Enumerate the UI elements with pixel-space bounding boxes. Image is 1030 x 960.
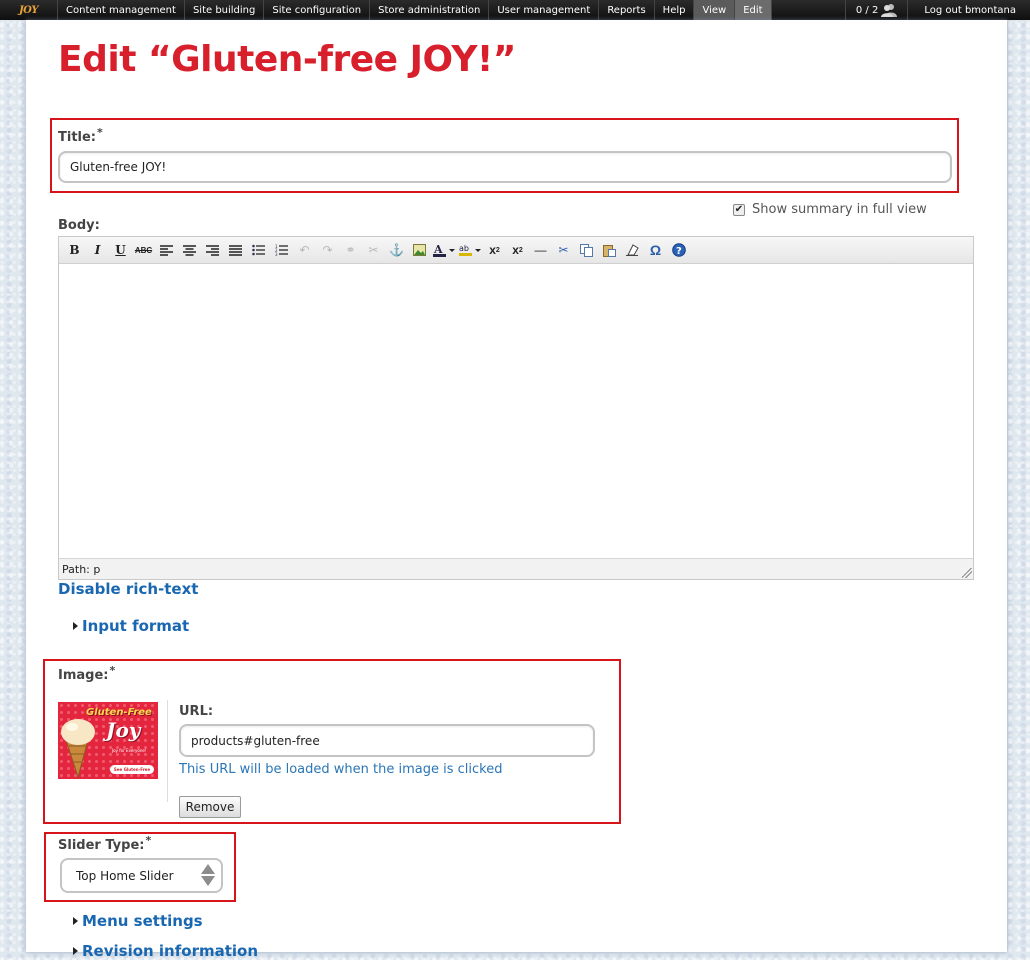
- tab-edit[interactable]: Edit: [735, 0, 772, 20]
- menu-settings-fieldset[interactable]: Menu settings: [73, 912, 203, 930]
- bold-icon[interactable]: B: [63, 240, 86, 260]
- image-divider: [167, 700, 168, 802]
- cut-icon[interactable]: ✂: [552, 240, 575, 260]
- thumbnail-heading: Gluten-Free: [86, 707, 152, 718]
- input-format-label: Input format: [82, 617, 190, 635]
- special-char-icon[interactable]: Ω: [644, 240, 667, 260]
- menu-settings-label: Menu settings: [82, 912, 203, 930]
- undo-icon[interactable]: ↶: [293, 240, 316, 260]
- input-format-fieldset[interactable]: Input format: [73, 617, 189, 635]
- remove-image-button[interactable]: Remove: [179, 796, 241, 818]
- slider-type-select[interactable]: Top Home Slider: [60, 858, 223, 893]
- link-icon[interactable]: ⚭: [339, 240, 362, 260]
- url-input[interactable]: [179, 724, 595, 757]
- content-page: Edit “Gluten-free JOY!” Title:* ✔ Show s…: [26, 20, 1007, 960]
- editor-path: Path: p: [59, 558, 973, 579]
- disable-rich-text-link[interactable]: Disable rich-text: [58, 580, 198, 598]
- underline-icon[interactable]: U: [109, 240, 132, 260]
- menu-user-management[interactable]: User management: [489, 0, 600, 20]
- toolbar-right: 0 / 2 Log out bmontana: [844, 0, 1030, 20]
- online-users[interactable]: 0 / 2: [844, 0, 907, 20]
- body-editor-area[interactable]: [59, 265, 973, 559]
- url-description: This URL will be loaded when the image i…: [179, 762, 503, 777]
- align-right-icon[interactable]: [201, 240, 224, 260]
- background-color-icon[interactable]: ab: [457, 240, 483, 260]
- align-left-icon[interactable]: [155, 240, 178, 260]
- collapse-arrow-icon: [73, 947, 78, 955]
- users-icon: [881, 4, 898, 17]
- tab-view[interactable]: View: [694, 0, 736, 20]
- menu-store-administration[interactable]: Store administration: [370, 0, 490, 20]
- required-marker: *: [109, 664, 116, 677]
- svg-text:3: 3: [275, 252, 278, 256]
- editor-resize-handle[interactable]: [962, 568, 972, 578]
- required-marker: *: [145, 834, 152, 847]
- unlink-icon[interactable]: ✂: [362, 240, 385, 260]
- bulleted-list-icon[interactable]: [247, 240, 270, 260]
- menu-site-configuration[interactable]: Site configuration: [264, 0, 371, 20]
- logout-link[interactable]: Log out bmontana: [907, 0, 1030, 20]
- help-icon[interactable]: ?: [667, 240, 690, 260]
- show-summary-option[interactable]: ✔ Show summary in full view: [733, 202, 927, 217]
- paste-icon[interactable]: [598, 240, 621, 260]
- align-center-icon[interactable]: [178, 240, 201, 260]
- svg-text:ab: ab: [459, 244, 469, 253]
- title-input[interactable]: [58, 151, 952, 183]
- copy-icon[interactable]: [575, 240, 598, 260]
- thumbnail-cta: See Gluten-Free: [110, 765, 154, 774]
- remove-format-icon[interactable]: [621, 240, 644, 260]
- revision-information-fieldset[interactable]: Revision information: [73, 942, 258, 960]
- redo-icon[interactable]: ↷: [316, 240, 339, 260]
- title-label-text: Title:: [58, 130, 97, 145]
- show-summary-label: Show summary in full view: [752, 202, 927, 217]
- menu-help[interactable]: Help: [655, 0, 695, 20]
- menu-reports[interactable]: Reports: [599, 0, 655, 20]
- select-arrows-icon: [201, 864, 215, 886]
- collapse-arrow-icon: [73, 917, 78, 925]
- superscript-icon[interactable]: x2: [483, 240, 506, 260]
- image-thumbnail: Gluten-Free Joy Joy for Everyone! See Gl…: [58, 702, 158, 779]
- url-label: URL:: [179, 704, 214, 719]
- horizontal-rule-icon[interactable]: —: [529, 240, 552, 260]
- menu-site-building[interactable]: Site building: [185, 0, 265, 20]
- thumbnail-brand: Joy: [106, 718, 141, 742]
- menu-content-management[interactable]: Content management: [58, 0, 185, 20]
- show-summary-checkbox[interactable]: ✔: [733, 203, 745, 216]
- body-label: Body:: [58, 218, 100, 233]
- svg-text:?: ?: [676, 246, 682, 257]
- revision-information-label: Revision information: [82, 942, 259, 960]
- italic-icon[interactable]: I: [86, 240, 109, 260]
- thumbnail-tagline: Joy for Everyone!: [112, 748, 147, 753]
- anchor-icon[interactable]: ⚓: [385, 240, 408, 260]
- admin-toolbar: JOY Content management Site building Sit…: [0, 0, 1030, 20]
- page-title: Edit “Gluten-free JOY!”: [58, 39, 516, 80]
- subscript-icon[interactable]: x2: [506, 240, 529, 260]
- site-logo[interactable]: JOY: [0, 0, 58, 20]
- align-justify-icon[interactable]: [224, 240, 247, 260]
- required-marker: *: [97, 126, 103, 139]
- numbered-list-icon[interactable]: 123: [270, 240, 293, 260]
- image-label: Image:*: [58, 664, 115, 683]
- image-icon[interactable]: [408, 240, 431, 260]
- slider-type-label-text: Slider Type:: [58, 838, 145, 853]
- title-label: Title:*: [58, 126, 103, 145]
- site-logo-text: JOY: [18, 4, 39, 16]
- slider-type-value: Top Home Slider: [76, 868, 174, 883]
- strikethrough-icon[interactable]: ABC: [132, 240, 155, 260]
- collapse-arrow-icon: [73, 622, 78, 630]
- editor-toolbar: B I U ABC 123 ↶ ↷ ⚭ ✂ ⚓ A ab x 2 x 2 — ✂…: [59, 237, 973, 264]
- slider-type-label: Slider Type:*: [58, 834, 151, 853]
- online-users-count: 0 / 2: [855, 4, 879, 16]
- body-rich-text-editor: B I U ABC 123 ↶ ↷ ⚭ ✂ ⚓ A ab x 2 x 2 — ✂…: [58, 236, 974, 580]
- image-label-text: Image:: [58, 668, 109, 683]
- text-color-icon[interactable]: A: [431, 240, 457, 260]
